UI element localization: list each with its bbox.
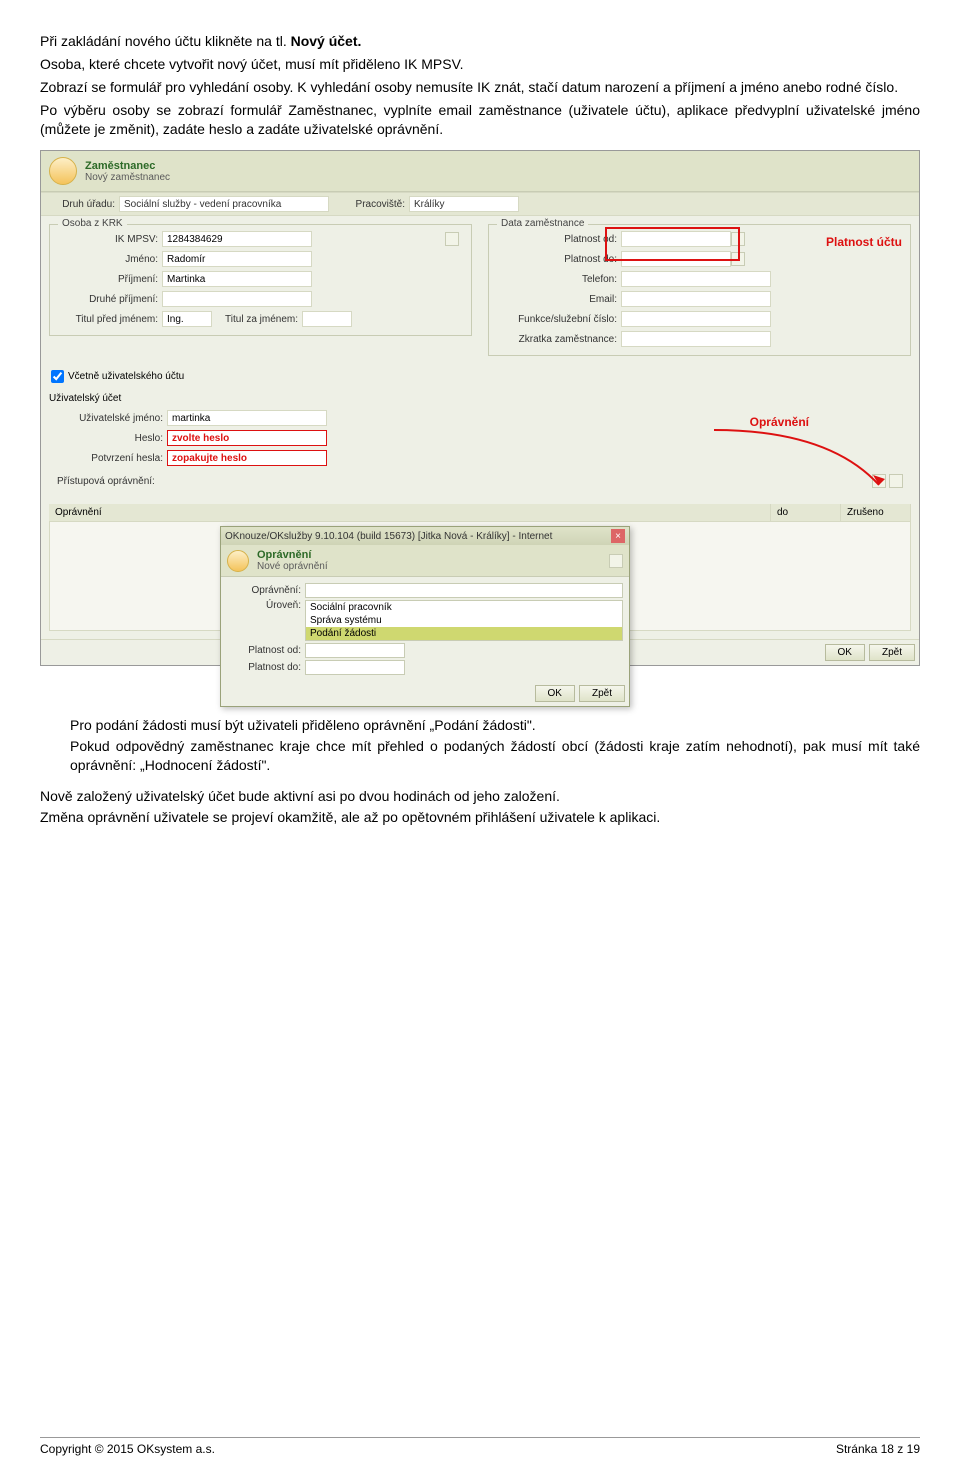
app-subtitle: Nový zaměstnanec [85,172,170,183]
osoba-box-title: Osoba z KRK [58,218,127,229]
prijmeni-label: Příjmení: [62,274,162,285]
dialog-btn-row: OK Zpět [221,681,629,706]
dialog-titlebar-text: OKnouze/OKslužby 9.10.104 (build 15673) … [225,531,552,542]
osoba-box: Osoba z KRK IK MPSV: 1284384629 Jméno: R… [49,224,472,336]
grid-h-zruseno: Zrušeno [841,504,911,521]
uziv-section: Uživatelský účet Uživatelské jméno: mart… [41,389,919,496]
dlg-zpet-button[interactable]: Zpět [579,685,625,702]
platod-label: Platnost od: [501,234,621,245]
dlg-platdo-value[interactable] [305,660,405,675]
heslo-label: Heslo: [57,433,167,444]
pracoviste-value[interactable]: Králíky [409,196,519,212]
dialog-tool-icon[interactable] [609,554,623,568]
grid-h-do: do [771,504,841,521]
lookup-icon[interactable] [445,232,459,246]
remove-icon[interactable] [889,474,903,488]
main-ok-button[interactable]: OK [825,644,865,661]
dlg-platdo-label: Platnost do: [227,662,305,673]
screenshot-zamestnanec: Zaměstnanec Nový zaměstnanec Druh úřadu:… [40,150,920,666]
potvrz-label: Potvrzení hesla: [57,453,167,464]
close-icon[interactable]: × [611,529,625,543]
dlg-list-item-2[interactable]: Správa systému [306,614,622,627]
funkce-label: Funkce/služební číslo: [501,314,621,325]
uziv-header: Uživatelský účet [49,393,911,404]
druhe-label: Druhé příjmení: [62,294,162,305]
intro-p1a: Při zakládání nového účtu klikněte na tl… [40,33,291,49]
dialog-titlebar: OKnouze/OKslužby 9.10.104 (build 15673) … [221,527,629,545]
jmeno-value[interactable]: Radomír [162,251,312,267]
perm-grid: Oprávnění do Zrušeno OKnouze/OKslužby 9.… [49,504,911,631]
vcetne-label: Včetně uživatelského účtu [68,371,184,382]
dlg-list-item-1[interactable]: Sociální pracovník [306,601,622,614]
druhe-value[interactable] [162,291,312,307]
perm-grid-body[interactable]: OKnouze/OKslužby 9.10.104 (build 15673) … [49,521,911,631]
opravneni-dialog: OKnouze/OKslužby 9.10.104 (build 15673) … [220,526,630,707]
titul-pred-value[interactable]: Ing. [162,311,212,327]
zkratka-label: Zkratka zaměstnance: [501,334,621,345]
titul-pred-label: Titul před jménem: [62,314,162,325]
dlg-opr-label: Oprávnění: [227,585,305,596]
druh-uradu-value[interactable]: Sociální služby - vedení pracovníka [119,196,329,212]
platnost-uctu-callout: Platnost účtu [826,235,902,249]
dlg-platod-label: Platnost od: [227,645,305,656]
dialog-icon [227,550,249,572]
dialog-subtitle: Nové oprávnění [257,561,328,572]
prijmeni-value[interactable]: Martinka [162,271,312,287]
opravneni-arrow-icon [709,425,889,495]
main-zpet-button[interactable]: Zpět [869,644,915,661]
platdo-label: Platnost do: [501,254,621,265]
uziv-jmeno-label: Uživatelské jméno: [57,413,167,424]
uziv-jmeno-value[interactable]: martinka [167,410,327,426]
heslo-hint[interactable]: zvolte heslo [167,430,327,446]
top-band: Druh úřadu: Sociální služby - vedení pra… [41,192,919,216]
person-icon [49,157,77,185]
data-box-title: Data zaměstnance [497,218,588,229]
ik-label: IK MPSV: [62,234,162,245]
dlg-opr-value[interactable] [305,583,623,598]
dialog-title: Oprávnění [257,549,328,561]
pracoviste-label: Pracoviště: [329,199,409,210]
pristup-label: Přístupová oprávnění: [57,476,187,487]
email-label: Email: [501,294,621,305]
perm-grid-header: Oprávnění do Zrušeno [49,504,911,521]
vcetne-checkbox[interactable] [51,370,64,383]
footer-page: Stránka 18 z 19 [836,1442,920,1456]
funkce-value[interactable] [621,311,771,327]
app-header: Zaměstnanec Nový zaměstnanec [41,151,919,192]
dlg-list-item-3[interactable]: Podání žádosti [306,627,622,640]
dlg-platod-value[interactable] [305,643,405,658]
zkratka-value[interactable] [621,331,771,347]
intro-p1b: Nový účet. [291,33,362,49]
page-footer: Copyright © 2015 OKsystem a.s. Stránka 1… [40,1437,920,1456]
jmeno-label: Jméno: [62,254,162,265]
telefon-value[interactable] [621,271,771,287]
data-box: Data zaměstnance Platnost od: Platnost d… [488,224,911,356]
telefon-label: Telefon: [501,274,621,285]
ik-value[interactable]: 1284384629 [162,231,312,247]
titul-za-value[interactable] [302,311,352,327]
dlg-uroven-label: Úroveň: [227,600,305,611]
intro-p3: Zobrazí se formulář pro vyhledání osoby.… [40,78,920,97]
druh-uradu-label: Druh úřadu: [49,199,119,210]
after-p1: Pro podání žádosti musí být uživateli př… [70,716,920,735]
platnost-uctu-highlight [605,227,740,261]
intro-p4: Po výběru osoby se zobrazí formulář Zamě… [40,101,920,139]
after-p3: Nově založený uživatelský účet bude akti… [40,787,920,806]
dlg-ok-button[interactable]: OK [535,685,575,702]
after-p4: Změna oprávnění uživatele se projeví oka… [40,808,920,827]
intro-p1: Při zakládání nového účtu klikněte na tl… [40,32,920,51]
email-value[interactable] [621,291,771,307]
titul-za-label: Titul za jménem: [212,314,302,325]
potvrz-hint[interactable]: zopakujte heslo [167,450,327,466]
dlg-uroven-list[interactable]: Sociální pracovník Správa systému Podání… [305,600,623,641]
footer-copyright: Copyright © 2015 OKsystem a.s. [40,1442,215,1456]
after-p2: Pokud odpovědný zaměstnanec kraje chce m… [70,737,920,775]
grid-h-opravneni: Oprávnění [49,504,771,521]
app-title: Zaměstnanec [85,160,170,172]
intro-p2: Osoba, které chcete vytvořit nový účet, … [40,55,920,74]
